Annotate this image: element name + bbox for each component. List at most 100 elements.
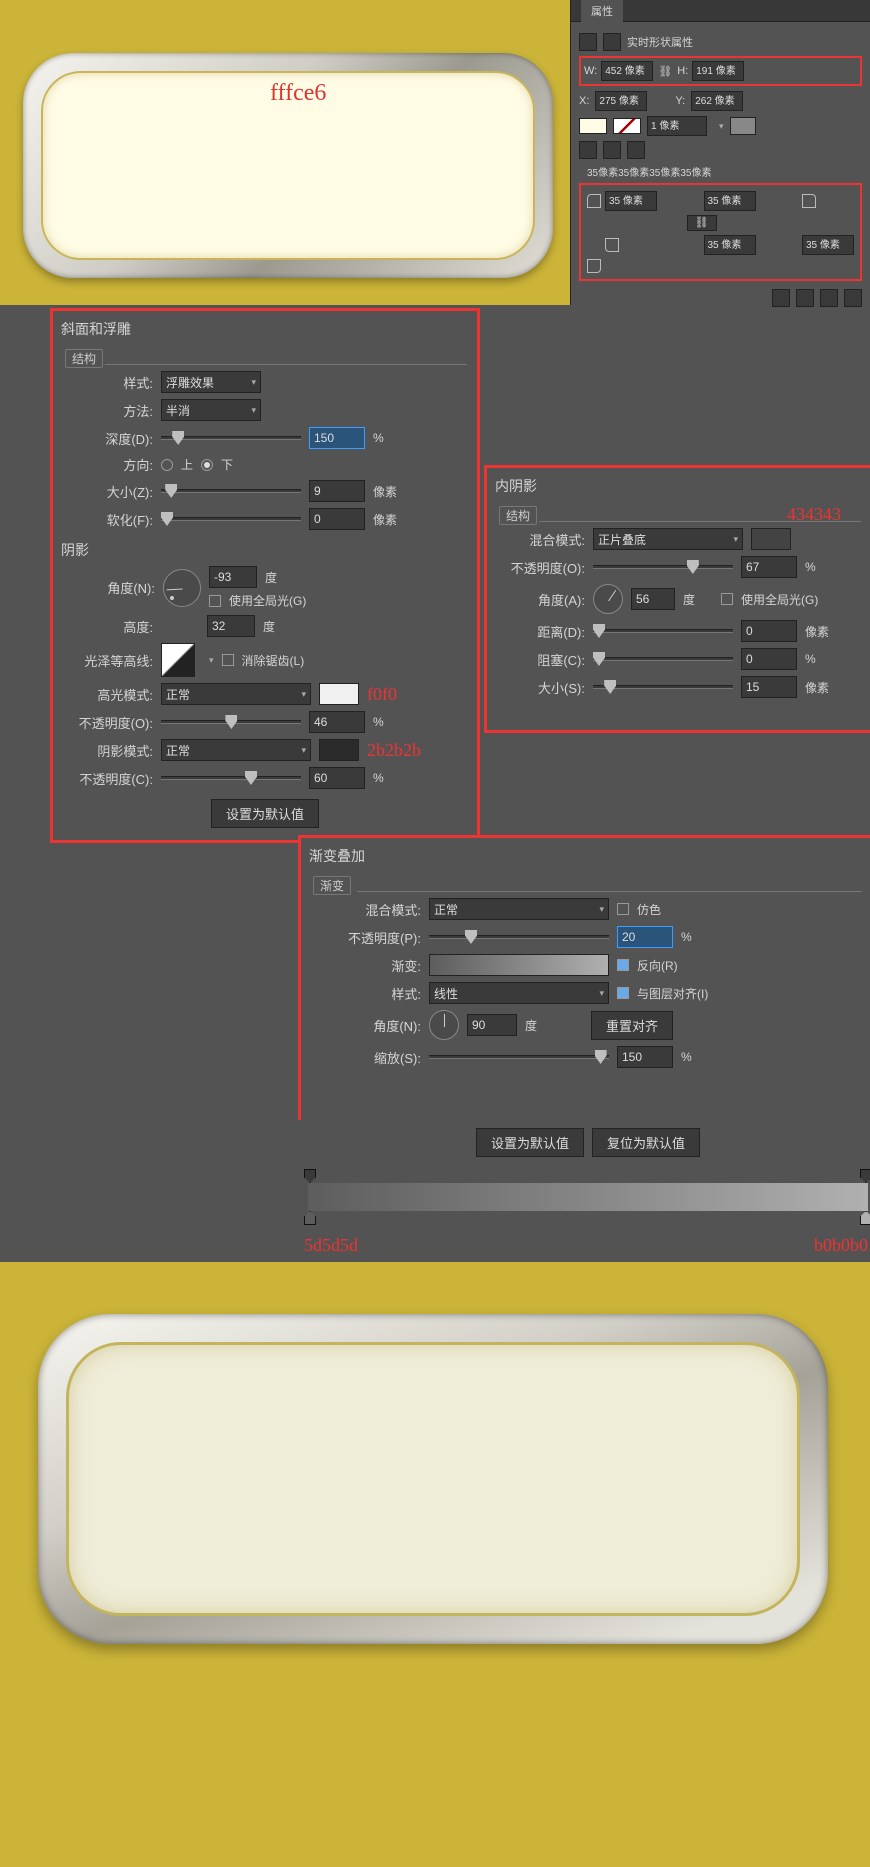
w-label: W: <box>584 65 597 77</box>
inner-angle-wheel[interactable] <box>593 584 623 614</box>
subtract-icon[interactable] <box>796 289 814 307</box>
shadow-mode-dropdown[interactable]: 正常▾ <box>161 739 311 761</box>
shadow-color-annotation: 2b2b2b <box>367 740 421 761</box>
stroke-swatch[interactable] <box>613 118 641 134</box>
intersect-icon[interactable] <box>820 289 838 307</box>
opacity-stop-left[interactable] <box>304 1169 316 1183</box>
inner-size-input[interactable]: 15 <box>741 676 797 698</box>
chevron-down-icon[interactable]: ▾ <box>209 655 214 666</box>
combine-icon[interactable] <box>772 289 790 307</box>
path-ops-row <box>579 289 862 307</box>
y-input[interactable]: 262 像素 <box>691 91 743 111</box>
inner-global-light-checkbox[interactable] <box>721 593 733 605</box>
corner-link-icon[interactable]: ⛓ <box>687 215 717 231</box>
soften-slider[interactable] <box>161 517 301 521</box>
antialias-checkbox[interactable] <box>222 654 234 666</box>
align-checkbox[interactable] <box>617 987 629 999</box>
stroke-width-input[interactable]: 1 像素 <box>647 116 707 136</box>
depth-label: 深度(D): <box>63 429 153 448</box>
dir-up-radio[interactable] <box>161 459 173 471</box>
grad-reset-default-button[interactable]: 复位为默认值 <box>592 1128 700 1157</box>
corner-tr-input[interactable]: 35 像素 <box>704 191 756 211</box>
inner-choke-slider[interactable] <box>593 657 733 661</box>
depth-input[interactable]: 150 <box>309 427 365 449</box>
size-slider[interactable] <box>161 489 301 493</box>
technique-dropdown[interactable]: 半消▾ <box>161 399 261 421</box>
corner-bl-input[interactable]: 35 像素 <box>704 235 756 255</box>
gradient-title: 渐变叠加 <box>309 846 864 866</box>
w-input[interactable]: 452 像素 <box>601 61 653 81</box>
gloss-contour-picker[interactable] <box>161 643 195 677</box>
inner-choke-input[interactable]: 0 <box>741 648 797 670</box>
make-default-button[interactable]: 设置为默认值 <box>211 799 319 828</box>
inner-choke-unit: % <box>805 652 835 666</box>
h-input[interactable]: 191 像素 <box>692 61 744 81</box>
grad-angle-wheel[interactable] <box>429 1010 459 1040</box>
color-stop-right[interactable] <box>860 1211 870 1225</box>
x-input[interactable]: 275 像素 <box>595 91 647 111</box>
inner-angle-input[interactable]: 56 <box>631 588 675 610</box>
altitude-label: 高度: <box>63 617 153 636</box>
stroke-join-icon[interactable] <box>627 141 645 159</box>
fill-swatch[interactable] <box>579 118 607 134</box>
corner-tl-icon <box>587 194 601 208</box>
inner-blend-dropdown[interactable]: 正片叠底▾ <box>593 528 743 550</box>
stroke-align-icon[interactable] <box>579 141 597 159</box>
inner-opacity-slider[interactable] <box>593 565 733 569</box>
global-light-checkbox[interactable] <box>209 595 221 607</box>
grad-scale-slider[interactable] <box>429 1055 609 1059</box>
grad-angle-input[interactable]: 90 <box>467 1014 517 1036</box>
live-shape-icon <box>603 33 621 51</box>
angle-input[interactable]: -93 <box>209 566 257 588</box>
altitude-input[interactable]: 32 <box>207 615 255 637</box>
corner-tl-input[interactable]: 35 像素 <box>605 191 657 211</box>
highlight-opacity-unit: % <box>373 715 403 729</box>
opacity-stop-right[interactable] <box>860 1169 870 1183</box>
chevron-down-icon[interactable]: ▾ <box>719 121 724 132</box>
style-dropdown[interactable]: 浮雕效果▾ <box>161 371 261 393</box>
stroke-style-dropdown[interactable] <box>730 117 756 135</box>
inner-size-slider[interactable] <box>593 685 733 689</box>
reverse-checkbox[interactable] <box>617 959 629 971</box>
grad-scale-unit: % <box>681 1050 711 1064</box>
soften-input[interactable]: 0 <box>309 508 365 530</box>
grad-make-default-button[interactable]: 设置为默认值 <box>476 1128 584 1157</box>
top-preview-section: fffce6 属性 实时形状属性 W: 452 像素 ⛓ H: 191 像素 X… <box>0 0 870 305</box>
inner-distance-input[interactable]: 0 <box>741 620 797 642</box>
reset-align-button[interactable]: 重置对齐 <box>591 1011 673 1040</box>
grad-scale-input[interactable]: 150 <box>617 1046 673 1068</box>
stroke-cap-icon[interactable] <box>603 141 621 159</box>
shadow-opacity-input[interactable]: 60 <box>309 767 365 789</box>
highlight-opacity-input[interactable]: 46 <box>309 711 365 733</box>
angle-wheel[interactable] <box>163 569 201 607</box>
live-shape-title: 实时形状属性 <box>627 34 693 50</box>
gradient-editor-bar[interactable] <box>308 1183 868 1211</box>
color-stop-left[interactable] <box>304 1211 316 1225</box>
exclude-icon[interactable] <box>844 289 862 307</box>
link-wh-icon[interactable]: ⛓ <box>657 65 673 78</box>
grad-opacity-input[interactable]: 20 <box>617 926 673 948</box>
highlight-color-swatch[interactable] <box>319 683 359 705</box>
gradient-picker[interactable]: ▾ <box>429 954 609 976</box>
inner-opacity-input[interactable]: 67 <box>741 556 797 578</box>
depth-slider[interactable] <box>161 436 301 440</box>
inner-angle-unit: 度 <box>683 591 713 608</box>
dir-down-radio[interactable] <box>201 459 213 471</box>
size-input[interactable]: 9 <box>309 480 365 502</box>
dither-checkbox[interactable] <box>617 903 629 915</box>
grad-style-dropdown[interactable]: 线性▾ <box>429 982 609 1004</box>
inner-size-unit: 像素 <box>805 679 835 696</box>
properties-tab[interactable]: 属性 <box>581 0 623 22</box>
corner-br-input[interactable]: 35 像素 <box>802 235 854 255</box>
grad-opacity-slider[interactable] <box>429 935 609 939</box>
wh-box: W: 452 像素 ⛓ H: 191 像素 <box>579 56 862 86</box>
grad-blend-dropdown[interactable]: 正常▾ <box>429 898 609 920</box>
shadow-opacity-slider[interactable] <box>161 776 301 780</box>
highlight-opacity-slider[interactable] <box>161 720 301 724</box>
inner-shadow-color-swatch[interactable] <box>751 528 791 550</box>
dither-label: 仿色 <box>637 901 661 918</box>
highlight-mode-dropdown[interactable]: 正常▾ <box>161 683 311 705</box>
inner-distance-slider[interactable] <box>593 629 733 633</box>
gradient-group-label: 渐变 <box>313 876 351 895</box>
shadow-color-swatch[interactable] <box>319 739 359 761</box>
